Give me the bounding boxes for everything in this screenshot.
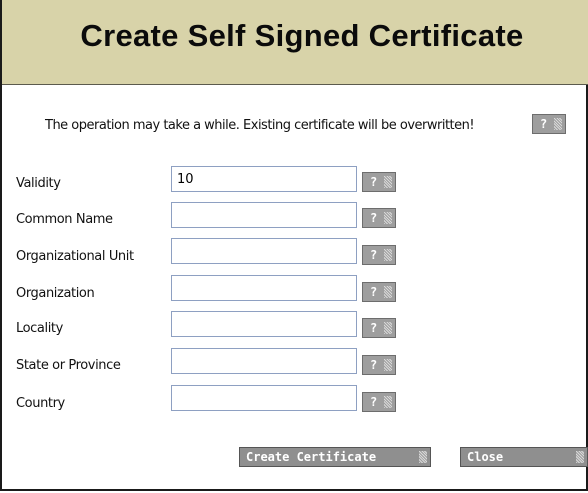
help-icon: ?	[540, 117, 548, 131]
locality-label: Locality	[16, 321, 63, 336]
state-province-help-button[interactable]: ?	[362, 355, 396, 375]
common-name-help-button[interactable]: ?	[362, 208, 396, 228]
overwrite-notice: The operation may take a while. Existing…	[45, 118, 475, 133]
help-icon: ?	[370, 248, 378, 262]
common-name-label: Common Name	[16, 212, 113, 227]
grip-icon	[384, 396, 392, 408]
locality-field[interactable]	[171, 311, 357, 337]
validity-help-button[interactable]: ?	[362, 172, 396, 192]
close-button[interactable]: Close	[460, 447, 588, 467]
grip-icon	[384, 286, 392, 298]
organization-label: Organization	[16, 286, 95, 301]
dialog-title: Create Self Signed Certificate	[80, 18, 524, 53]
organizational-unit-field[interactable]	[171, 238, 357, 264]
state-province-label: State or Province	[16, 358, 121, 373]
close-label: Close	[467, 450, 504, 464]
validity-field[interactable]	[171, 166, 357, 192]
country-label: Country	[16, 396, 65, 411]
organizational-unit-help-button[interactable]: ?	[362, 245, 396, 265]
help-icon: ?	[370, 211, 378, 225]
country-field[interactable]	[171, 385, 357, 411]
grip-icon	[384, 359, 392, 371]
dialog-header: Create Self Signed Certificate	[2, 0, 588, 85]
create-certificate-button[interactable]: Create Certificate	[239, 447, 431, 467]
grip-icon	[384, 322, 392, 334]
help-icon: ?	[370, 321, 378, 335]
grip-icon	[384, 212, 392, 224]
grip-icon	[554, 118, 562, 130]
help-icon: ?	[370, 175, 378, 189]
state-province-field[interactable]	[171, 348, 357, 374]
notice-help-button[interactable]: ?	[532, 114, 566, 134]
common-name-field[interactable]	[171, 202, 357, 228]
grip-icon	[384, 176, 392, 188]
grip-icon	[384, 249, 392, 261]
grip-icon	[419, 451, 427, 463]
create-certificate-label: Create Certificate	[246, 450, 377, 464]
validity-label: Validity	[16, 176, 61, 191]
help-icon: ?	[370, 358, 378, 372]
help-icon: ?	[370, 285, 378, 299]
locality-help-button[interactable]: ?	[362, 318, 396, 338]
country-help-button[interactable]: ?	[362, 392, 396, 412]
organizational-unit-label: Organizational Unit	[16, 249, 134, 264]
grip-icon	[576, 451, 584, 463]
organization-help-button[interactable]: ?	[362, 282, 396, 302]
organization-field[interactable]	[171, 275, 357, 301]
help-icon: ?	[370, 395, 378, 409]
